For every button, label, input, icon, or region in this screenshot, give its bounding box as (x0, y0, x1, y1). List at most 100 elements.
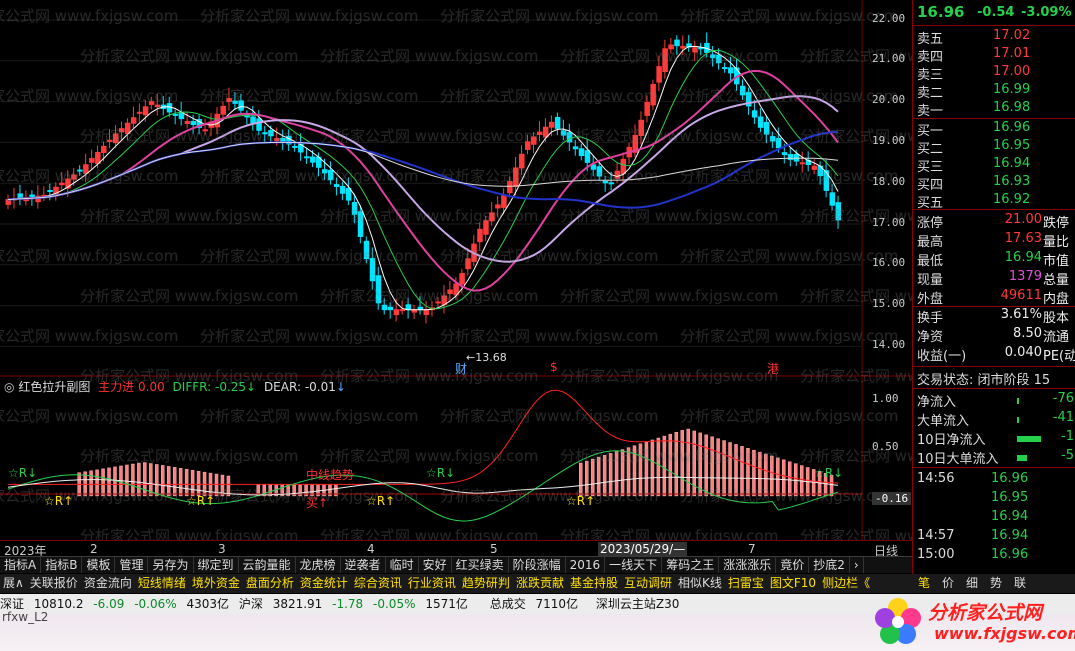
candle[interactable] (423, 309, 429, 316)
candle[interactable] (232, 100, 238, 104)
event-tag-gang[interactable]: 港 (767, 360, 779, 377)
ask-row[interactable]: 卖四 17.01 (913, 46, 1075, 65)
tab-indicator[interactable]: 逆袭者 (341, 557, 386, 573)
price-chart-svg[interactable] (0, 0, 912, 540)
tab-info[interactable]: 扫雷宝 (725, 574, 767, 593)
tab-indicator[interactable]: 一线天下 (605, 557, 663, 573)
candle[interactable] (357, 211, 364, 237)
candle[interactable] (280, 137, 286, 142)
candle[interactable] (835, 202, 842, 221)
candle[interactable] (95, 151, 101, 164)
candle[interactable] (256, 118, 262, 131)
candle[interactable] (441, 295, 447, 305)
tab-info[interactable]: 综合资讯 (351, 574, 405, 593)
candle[interactable] (363, 240, 370, 260)
candle[interactable] (477, 228, 483, 243)
candle[interactable] (178, 112, 185, 120)
candle[interactable] (757, 116, 764, 128)
candle[interactable] (489, 212, 495, 222)
candle[interactable] (351, 202, 358, 215)
candle[interactable] (124, 122, 131, 135)
candle[interactable] (112, 133, 119, 144)
candle[interactable] (77, 169, 83, 172)
bid-row[interactable]: 买五 16.92 (913, 192, 1075, 211)
candle[interactable] (381, 304, 388, 311)
ask-row[interactable]: 卖三 17.00 (913, 64, 1075, 83)
candle[interactable] (262, 132, 268, 135)
ask-row[interactable]: 卖二 16.99 (913, 82, 1075, 101)
candle[interactable] (763, 121, 770, 135)
tab-info[interactable]: 资金流向 (81, 574, 135, 593)
candle[interactable] (268, 130, 274, 137)
candle[interactable] (274, 137, 280, 142)
candle[interactable] (548, 121, 555, 128)
bid-row[interactable]: 买一 16.96 (913, 120, 1075, 139)
candle[interactable] (650, 84, 656, 106)
candle[interactable] (644, 101, 650, 116)
candle[interactable] (220, 105, 226, 115)
tab-bind[interactable]: 绑定到 (194, 557, 239, 573)
candle[interactable] (811, 165, 818, 170)
candle[interactable] (333, 184, 340, 187)
candle[interactable] (829, 192, 836, 206)
candle[interactable] (447, 289, 453, 295)
candle[interactable] (674, 39, 680, 47)
candle[interactable] (590, 164, 597, 170)
candle[interactable] (728, 67, 734, 74)
candle[interactable] (596, 166, 603, 177)
candle[interactable] (238, 100, 244, 111)
candle[interactable] (614, 170, 621, 179)
candle[interactable] (542, 126, 549, 138)
candle[interactable] (620, 158, 627, 175)
candle[interactable] (519, 153, 525, 169)
ask-row[interactable]: 卖五 17.02 (913, 28, 1075, 47)
candle[interactable] (184, 121, 191, 125)
event-tag-cai[interactable]: 财 (455, 360, 467, 377)
tab-indicator[interactable]: 阶段涨幅 (509, 557, 566, 573)
candle[interactable] (495, 204, 501, 209)
bid-row[interactable]: 买四 16.93 (913, 174, 1075, 193)
candle[interactable] (459, 273, 465, 285)
tab-info[interactable]: 资金统计 (297, 574, 351, 593)
candle[interactable] (572, 146, 579, 150)
candle[interactable] (775, 137, 782, 149)
candle[interactable] (751, 110, 758, 118)
tab-next-icon[interactable]: › (850, 557, 864, 573)
candle[interactable] (507, 181, 513, 194)
candle[interactable] (536, 131, 543, 135)
candle[interactable] (578, 148, 585, 157)
tab-indicator[interactable]: 筹码之王 (662, 557, 720, 573)
candle[interactable] (483, 220, 489, 235)
bid-row[interactable]: 买三 16.94 (913, 156, 1075, 175)
candle[interactable] (226, 98, 232, 103)
candle[interactable] (172, 113, 179, 116)
tab-save-as[interactable]: 另存为 (148, 557, 194, 573)
tab-indicator[interactable]: 安好 (419, 557, 452, 573)
server-name[interactable]: 深圳云主站Z30 (596, 594, 680, 614)
candle[interactable] (513, 167, 519, 187)
candle[interactable] (345, 187, 352, 201)
candle[interactable] (310, 156, 316, 163)
bid-row[interactable]: 买二 16.95 (913, 138, 1075, 157)
tab-info[interactable]: 展∧ (0, 574, 27, 593)
candle[interactable] (602, 180, 609, 184)
tab-info[interactable]: 相似K线 (675, 574, 725, 593)
candle[interactable] (47, 190, 53, 193)
candle[interactable] (17, 193, 23, 199)
candle[interactable] (387, 306, 394, 311)
candle[interactable] (554, 116, 561, 129)
tab-indicator[interactable]: 龙虎榜 (296, 557, 341, 573)
candle[interactable] (566, 132, 573, 143)
tab-indicator[interactable]: 涨涨涨乐 (719, 557, 777, 573)
candle[interactable] (668, 44, 674, 50)
candle[interactable] (393, 309, 400, 316)
candle[interactable] (656, 66, 662, 83)
candle[interactable] (692, 47, 698, 53)
candle[interactable] (101, 145, 107, 153)
tab-info[interactable]: 境外资金 (189, 574, 243, 593)
tab-indicator[interactable]: 抄底2 (809, 557, 850, 573)
event-tag-dollar[interactable]: $ (550, 360, 558, 374)
candle[interactable] (83, 164, 89, 174)
tab-info[interactable]: 涨跌贡献 (513, 574, 567, 593)
candle[interactable] (107, 139, 113, 142)
